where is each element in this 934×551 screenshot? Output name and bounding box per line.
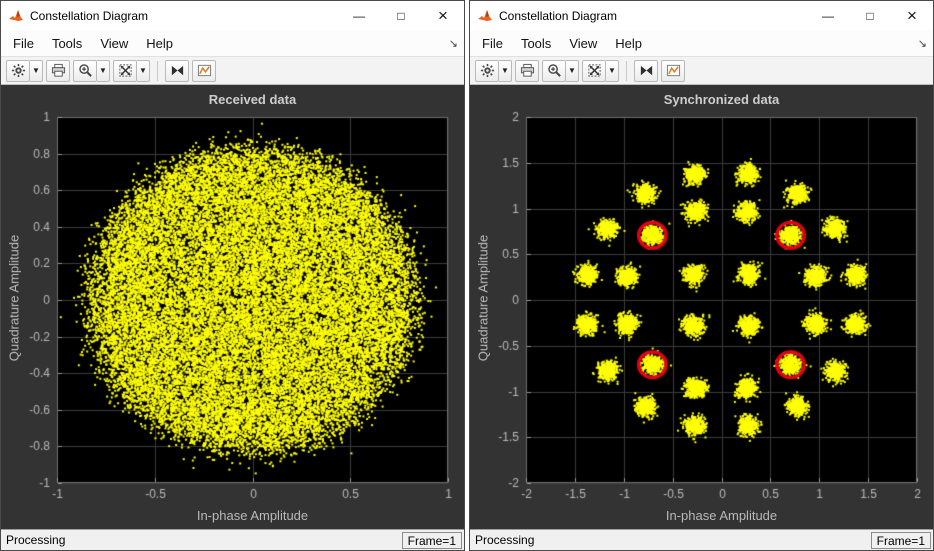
frame-counter: Frame=1 [871,532,931,549]
window-received: Constellation Diagram — □ × File Tools V… [0,0,465,551]
menu-help[interactable]: Help [137,32,182,55]
maximize-button[interactable]: □ [380,1,422,30]
y-axis-label: Quadrature Amplitude [476,235,491,361]
toolbar: ▼ ▼ [1,56,464,85]
menubar: File Tools View Help ↘ [470,30,933,56]
gear-icon [11,63,26,78]
plot-title: Synchronized data [526,92,917,107]
zoom-dropdown-icon[interactable]: ▼ [566,60,579,82]
scale-to-fit-dropdown-icon[interactable]: ▼ [137,60,150,82]
plot-title: Received data [57,92,448,107]
zoom-in-icon [547,63,562,78]
zoom-button[interactable] [73,60,97,82]
scale-to-fit-icon [118,63,133,78]
settings-button[interactable] [6,60,30,82]
autoscale-axes-icon [170,63,185,78]
snapshot-plot-button[interactable] [192,60,216,82]
matlab-icon [477,8,493,24]
settings-dropdown-icon[interactable]: ▼ [499,60,512,82]
snapshot-plot-button[interactable] [661,60,685,82]
autoscale-axes-button[interactable] [634,60,658,82]
maximize-button[interactable]: □ [849,1,891,30]
dock-figure-icon[interactable]: ↘ [918,37,927,50]
matlab-icon [8,8,24,24]
gear-icon [480,63,495,78]
menu-view[interactable]: View [91,32,137,55]
window-title: Constellation Diagram [499,9,617,23]
menu-view[interactable]: View [560,32,606,55]
menu-file[interactable]: File [4,32,43,55]
printer-icon [51,63,66,78]
snapshot-plot-icon [197,63,212,78]
dock-figure-icon[interactable]: ↘ [449,37,458,50]
minimize-button[interactable]: — [807,1,849,30]
menu-file[interactable]: File [473,32,512,55]
menu-help[interactable]: Help [606,32,651,55]
window-synchronized: Constellation Diagram — □ × File Tools V… [469,0,934,551]
settings-dropdown-icon[interactable]: ▼ [30,60,43,82]
constellation-plot-received[interactable] [1,85,464,529]
status-text: Processing [475,533,534,547]
frame-counter: Frame=1 [402,532,462,549]
scale-to-fit-button[interactable] [582,60,606,82]
caption-buttons: — □ × [807,1,933,30]
scale-to-fit-button[interactable] [113,60,137,82]
autoscale-axes-icon [639,63,654,78]
scale-to-fit-icon [587,63,602,78]
scale-to-fit-dropdown-icon[interactable]: ▼ [606,60,619,82]
snapshot-plot-icon [666,63,681,78]
figure-area: Received data Quadrature Amplitude In-ph… [1,85,464,529]
menu-tools[interactable]: Tools [43,32,91,55]
x-axis-label: In-phase Amplitude [526,508,917,523]
menubar: File Tools View Help ↘ [1,30,464,56]
print-button[interactable] [46,60,70,82]
autoscale-axes-button[interactable] [165,60,189,82]
constellation-plot-synchronized[interactable] [470,85,933,529]
printer-icon [520,63,535,78]
toolbar-separator [157,61,158,81]
menu-tools[interactable]: Tools [512,32,560,55]
titlebar[interactable]: Constellation Diagram — □ × [470,1,933,30]
print-button[interactable] [515,60,539,82]
zoom-in-icon [78,63,93,78]
zoom-button[interactable] [542,60,566,82]
x-axis-label: In-phase Amplitude [57,508,448,523]
y-axis-label: Quadrature Amplitude [7,235,22,361]
toolbar: ▼ ▼ [470,56,933,85]
zoom-dropdown-icon[interactable]: ▼ [97,60,110,82]
caption-buttons: — □ × [338,1,464,30]
status-text: Processing [6,533,65,547]
close-button[interactable]: × [422,1,464,30]
toolbar-separator [626,61,627,81]
statusbar: Processing Frame=1 [1,529,464,550]
minimize-button[interactable]: — [338,1,380,30]
settings-button[interactable] [475,60,499,82]
titlebar[interactable]: Constellation Diagram — □ × [1,1,464,30]
window-title: Constellation Diagram [30,9,148,23]
figure-area: Synchronized data Quadrature Amplitude I… [470,85,933,529]
statusbar: Processing Frame=1 [470,529,933,550]
close-button[interactable]: × [891,1,933,30]
